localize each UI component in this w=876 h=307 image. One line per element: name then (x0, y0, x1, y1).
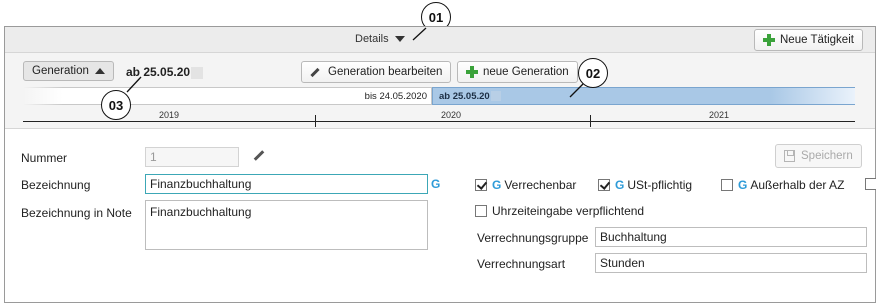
new-generation-label: neue Generation (483, 66, 569, 78)
verrechnungsart-select[interactable]: Stunden (595, 253, 867, 273)
verrechnungsart-label: Verrechnungsart (477, 257, 566, 271)
new-generation-button[interactable]: neue Generation (457, 61, 578, 83)
redacted-mark (191, 66, 204, 79)
checkbox-label: Außerhalb der AZ (750, 178, 845, 192)
g-marker: G (431, 177, 441, 191)
plus-icon (466, 66, 478, 78)
nummer-label: Nummer (21, 151, 68, 165)
timeline-tick (590, 115, 591, 127)
previous-generation-label: bis 24.05.2020 (364, 91, 427, 102)
current-generation-bar-text: ab 25.05.20 (439, 91, 490, 102)
checkbox-cut-off[interactable] (865, 178, 876, 190)
generation-toggle-label: Generation (32, 65, 89, 77)
timeline-current-generation[interactable]: ab 25.05.20 (432, 87, 855, 105)
checkbox-label: Verrechenbar (504, 178, 577, 192)
year-label-2019: 2019 (159, 110, 180, 120)
checkbox-verrechenbar[interactable]: G Verrechenbar (475, 178, 576, 192)
current-generation-date: ab 25.05.20 (126, 65, 204, 79)
details-label: Details (355, 33, 389, 45)
new-activity-label: Neue Tätigkeit (780, 34, 854, 46)
nummer-field[interactable]: 1 (145, 147, 239, 167)
generation-section: Generation ab 25.05.20 Generation bearbe… (5, 53, 875, 129)
checkbox-label: USt-pflichtig (627, 178, 693, 192)
checkbox-label: Uhrzeiteingabe verpflichtend (492, 204, 645, 218)
verrechnungsgruppe-label: Verrechnungsgruppe (477, 231, 589, 245)
verrechnungsgruppe-select[interactable]: Buchhaltung (595, 227, 867, 247)
g-marker: G (738, 178, 748, 192)
pencil-icon (310, 67, 320, 77)
edit-pencil-icon[interactable] (253, 150, 265, 161)
timeline-fade (23, 87, 63, 105)
generation-toggle-button[interactable]: Generation (23, 61, 114, 81)
redacted-mark (490, 91, 501, 102)
callout-02: 02 (578, 58, 608, 88)
edit-generation-label: Generation bearbeiten (328, 66, 443, 78)
checkbox-unchecked-icon (865, 178, 876, 190)
checkbox-unchecked-icon (721, 179, 733, 191)
checkbox-uhrzeiteingabe[interactable]: Uhrzeiteingabe verpflichtend (475, 204, 644, 218)
checkbox-unchecked-icon (475, 205, 487, 217)
details-toggle[interactable]: Details (355, 33, 405, 45)
year-label-2020: 2020 (441, 110, 462, 120)
timeline-previous-generation[interactable]: bis 24.05.2020 (23, 87, 432, 105)
note-textarea[interactable]: Finanzbuchhaltung (145, 200, 428, 250)
save-label: Speichern (801, 150, 853, 162)
callout-03: 03 (101, 90, 131, 120)
save-button[interactable]: Speichern (775, 144, 862, 168)
new-activity-button[interactable]: Neue Tätigkeit (754, 29, 863, 51)
current-generation-date-text: ab 25.05.20 (126, 65, 191, 79)
timeline-tick (315, 115, 316, 127)
bezeichnung-field[interactable]: Finanzbuchhaltung (145, 174, 428, 194)
plus-icon (763, 34, 775, 46)
checkbox-checked-icon (598, 179, 610, 191)
edit-generation-button[interactable]: Generation bearbeiten (301, 61, 452, 83)
checkbox-checked-icon (475, 179, 487, 191)
timeline-axis (23, 121, 855, 122)
note-label: Bezeichnung in Note (21, 206, 132, 220)
current-generation-bar-label: ab 25.05.20 (439, 91, 501, 102)
checkbox-ausserhalb-az[interactable]: G Außerhalb der AZ (721, 178, 844, 192)
checkbox-ust-pflichtig[interactable]: G USt-pflichtig (598, 178, 692, 192)
bezeichnung-label: Bezeichnung (21, 178, 91, 192)
activity-panel: Details Neue Tätigkeit Generation ab 25.… (4, 26, 876, 303)
details-bar: Details Neue Tätigkeit (5, 27, 875, 53)
year-label-2021: 2021 (709, 110, 730, 120)
save-icon (784, 150, 795, 162)
caret-up-icon (94, 68, 105, 74)
caret-down-icon (394, 36, 405, 43)
g-marker: G (615, 178, 625, 192)
g-marker: G (492, 178, 502, 192)
